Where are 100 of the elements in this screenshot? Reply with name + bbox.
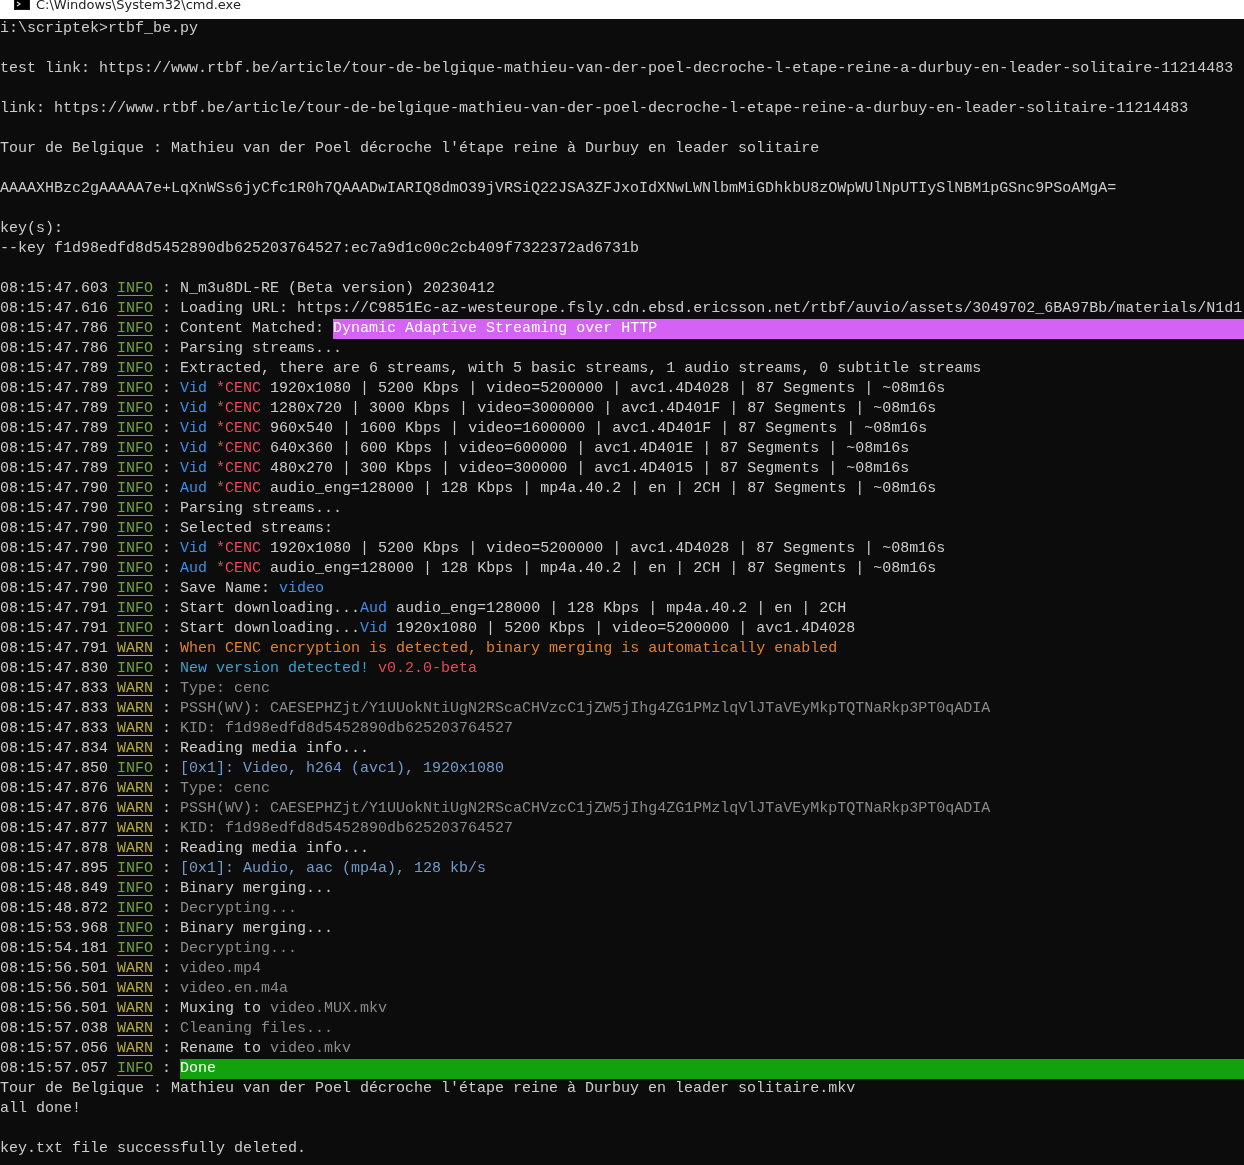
separator: : bbox=[162, 739, 172, 759]
highlighted-text: Dynamic Adaptive Streaming over HTTP bbox=[333, 319, 1244, 339]
console-text: i:\scriptek>rtbf_be.py bbox=[0, 19, 199, 39]
separator: : bbox=[162, 459, 172, 479]
separator: : bbox=[162, 599, 172, 619]
timestamp: 08:15:47.603 bbox=[0, 279, 109, 299]
separator: : bbox=[162, 899, 172, 919]
log-text: When CENC encryption is detected, binary merging is automatically enabled bbox=[180, 639, 838, 659]
log-text: Reading media info... bbox=[180, 839, 370, 859]
log-text: PSSH(WV): CAESEPHZjt/Y1UUokNtiUgN2RScaCHVzcC1jZW5jIhg4ZG1PMzlqVlJTaVEyMkpTQTNaRkp3PT0qADIA bbox=[180, 699, 991, 719]
log-text: New version detected! bbox=[180, 659, 370, 679]
separator: : bbox=[162, 1039, 172, 1059]
separator: : bbox=[162, 379, 172, 399]
timestamp: 08:15:47.786 bbox=[0, 339, 109, 359]
log-text: Muxing to bbox=[180, 999, 262, 1019]
log-text: 1920x1080 | 5200 Kbps | video=5200000 | avc1.4D4028 | 87 Segments | ~08m16s bbox=[270, 379, 946, 399]
separator: : bbox=[162, 439, 172, 459]
timestamp: 08:15:47.895 bbox=[0, 859, 109, 879]
log-level: INFO bbox=[117, 379, 154, 399]
separator: : bbox=[162, 339, 172, 359]
log-text: 960x540 | 1600 Kbps | video=1600000 | avc1.4D401F | 87 Segments | ~08m16s bbox=[270, 419, 928, 439]
timestamp: 08:15:47.876 bbox=[0, 779, 109, 799]
timestamp: 08:15:47.833 bbox=[0, 719, 109, 739]
log-level: WARN bbox=[117, 639, 154, 659]
log-level: INFO bbox=[117, 1059, 154, 1079]
log-level: INFO bbox=[117, 399, 154, 419]
log-level: WARN bbox=[117, 1019, 154, 1039]
separator: : bbox=[162, 979, 172, 999]
timestamp: 08:15:48.872 bbox=[0, 899, 109, 919]
console-text: test link: https://www.rtbf.be/article/tour-de-belgique-mathieu-van-der-poel-decroche-l-etape-reine-a-durbuy-en-leader-solitaire-11214483 bbox=[0, 59, 1234, 79]
separator: : bbox=[162, 419, 172, 439]
timestamp: 08:15:47.833 bbox=[0, 679, 109, 699]
log-text: *CENC bbox=[216, 459, 262, 479]
separator: : bbox=[162, 639, 172, 659]
log-level: INFO bbox=[117, 559, 154, 579]
log-level: WARN bbox=[117, 719, 154, 739]
log-level: INFO bbox=[117, 419, 154, 439]
log-level: WARN bbox=[117, 979, 154, 999]
separator: : bbox=[162, 1019, 172, 1039]
separator: : bbox=[162, 539, 172, 559]
timestamp: 08:15:47.616 bbox=[0, 299, 109, 319]
timestamp: 08:15:53.968 bbox=[0, 919, 109, 939]
log-text: video.MUX.mkv bbox=[270, 999, 388, 1019]
separator: : bbox=[162, 279, 172, 299]
timestamp: 08:15:47.786 bbox=[0, 319, 109, 339]
timestamp: 08:15:47.790 bbox=[0, 579, 109, 599]
timestamp: 08:15:47.790 bbox=[0, 559, 109, 579]
log-text: Binary merging... bbox=[180, 919, 334, 939]
console-text: all done! bbox=[0, 1099, 81, 1119]
separator: : bbox=[162, 559, 172, 579]
log-level: INFO bbox=[117, 859, 154, 879]
log-level: INFO bbox=[117, 759, 154, 779]
log-text: Type: cenc bbox=[180, 779, 271, 799]
separator: : bbox=[162, 1059, 172, 1079]
log-text: Decrypting... bbox=[180, 939, 298, 959]
console-text: Tour de Belgique : Mathieu van der Poel décroche l'étape reine à Durbuy en leader solitaire.mkv bbox=[0, 1079, 856, 1099]
separator: : bbox=[162, 819, 172, 839]
timestamp: 08:15:57.056 bbox=[0, 1039, 109, 1059]
log-text: Reading media info... bbox=[180, 739, 370, 759]
log-level: INFO bbox=[117, 659, 154, 679]
log-text: *CENC bbox=[216, 439, 262, 459]
timestamp: 08:15:47.789 bbox=[0, 379, 109, 399]
timestamp: 08:15:56.501 bbox=[0, 979, 109, 999]
console-text: key.txt file successfully deleted. bbox=[0, 1139, 307, 1159]
separator: : bbox=[162, 779, 172, 799]
separator: : bbox=[162, 479, 172, 499]
log-level: INFO bbox=[117, 579, 154, 599]
log-level: INFO bbox=[117, 539, 154, 559]
separator: : bbox=[162, 859, 172, 879]
separator: : bbox=[162, 619, 172, 639]
log-text: Vid bbox=[360, 619, 388, 639]
separator: : bbox=[162, 299, 172, 319]
log-text: [0x1]: Audio, aac (mp4a), 128 kb/s bbox=[180, 859, 487, 879]
timestamp: 08:15:47.791 bbox=[0, 599, 109, 619]
log-level: WARN bbox=[117, 679, 154, 699]
log-level: INFO bbox=[117, 879, 154, 899]
log-level: INFO bbox=[117, 919, 154, 939]
log-text: 640x360 | 600 Kbps | video=600000 | avc1.4D401E | 87 Segments | ~08m16s bbox=[270, 439, 910, 459]
log-text: Aud bbox=[360, 599, 388, 619]
highlighted-text: Done bbox=[180, 1059, 1244, 1079]
log-text: Selected streams: bbox=[180, 519, 334, 539]
log-level: INFO bbox=[117, 479, 154, 499]
timestamp: 08:15:54.181 bbox=[0, 939, 109, 959]
timestamp: 08:15:47.877 bbox=[0, 819, 109, 839]
log-text: Loading URL: https://C9851Ec-az-westeurope.fsly.cdn.ebsd.ericsson.net/rtbf/auvio/assets/3049702_6BA97Bb/materials/N1d1 bbox=[180, 299, 1243, 319]
log-level: WARN bbox=[117, 819, 154, 839]
log-level: INFO bbox=[117, 359, 154, 379]
log-text: Extracted, there are 6 streams, with 5 basic streams, 1 audio streams, 0 subtitle streams bbox=[180, 359, 982, 379]
log-text: video.en.m4a bbox=[180, 979, 289, 999]
timestamp: 08:15:47.830 bbox=[0, 659, 109, 679]
log-text: Start downloading... bbox=[180, 619, 361, 639]
log-level: INFO bbox=[117, 319, 154, 339]
log-level: WARN bbox=[117, 699, 154, 719]
timestamp: 08:15:56.501 bbox=[0, 999, 109, 1019]
timestamp: 08:15:47.789 bbox=[0, 419, 109, 439]
timestamp: 08:15:47.790 bbox=[0, 499, 109, 519]
timestamp: 08:15:48.849 bbox=[0, 879, 109, 899]
console-text: AAAAXHBzc2gAAAAA7e+LqXnWSs6jyCfc1R0h7QAAADwIARIQ8dmO39jVRSiQ22JSA3ZFJxoIdXNwLWNlbmMiGDhkbU8zOWpWUlNpUTIySlNBM1pGSnc9PSoAMgA= bbox=[0, 179, 1117, 199]
log-text: 480x270 | 300 Kbps | video=300000 | avc1.4D4015 | 87 Segments | ~08m16s bbox=[270, 459, 910, 479]
log-text: Start downloading... bbox=[180, 599, 361, 619]
